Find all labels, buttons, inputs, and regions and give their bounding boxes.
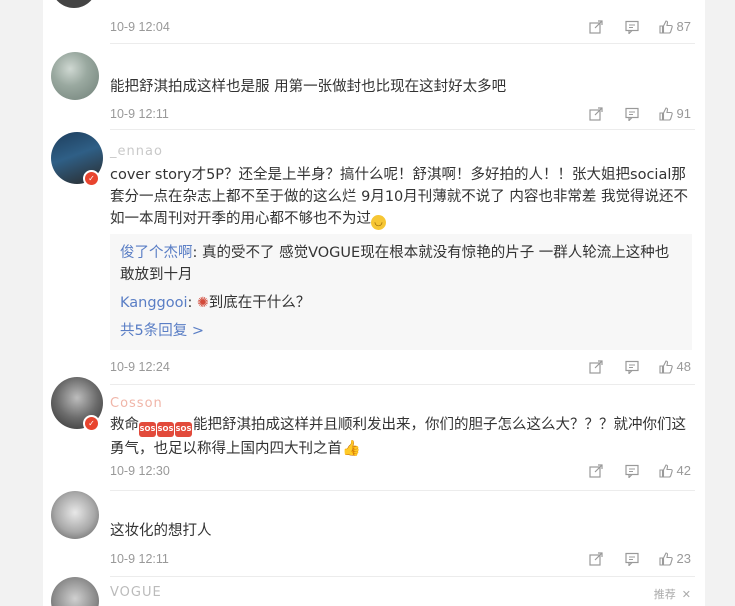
- like-button[interactable]: 91: [658, 106, 691, 121]
- sos-emoji-icon: SOS: [175, 422, 192, 437]
- divider: [110, 129, 695, 130]
- comment-time: 10-9 12:11: [110, 552, 169, 566]
- comment-icon[interactable]: [624, 107, 639, 121]
- thumbs-up-icon: [658, 359, 673, 374]
- comment-time: 10-9 12:30: [110, 464, 170, 478]
- divider: [110, 384, 695, 385]
- share-icon[interactable]: [588, 551, 603, 566]
- comment-list: 10-9 12:04 87 能把舒淇拍成这样也是服 用第一张做封也比现在这封好太…: [43, 0, 705, 606]
- avatar[interactable]: [51, 491, 99, 539]
- reply-username[interactable]: 俊了个杰啊: [120, 245, 193, 261]
- share-icon[interactable]: [588, 19, 603, 34]
- comment-time: 10-9 12:11: [110, 107, 169, 121]
- like-count: 23: [676, 551, 691, 566]
- like-count: 48: [676, 359, 691, 374]
- like-count: 42: [676, 463, 691, 478]
- share-icon[interactable]: [588, 463, 603, 478]
- like-count: 91: [676, 106, 691, 121]
- comment-username[interactable]: Cosson: [110, 396, 163, 411]
- thumbs-up-icon: [658, 463, 673, 478]
- sos-emoji-icon: SOS: [139, 422, 156, 437]
- comment-text: 救命SOS SOS SOS能把舒淇拍成这样并且顺利发出来，你们的胆子怎么这么大？？？…: [110, 414, 695, 460]
- verified-badge: ✓: [83, 415, 100, 432]
- thumbs-up-emoji-icon: 👍: [342, 439, 361, 457]
- recommend-label: 推荐: [653, 588, 676, 601]
- reply-username[interactable]: Kanggooi: [120, 295, 188, 311]
- avatar[interactable]: [51, 52, 99, 100]
- reply-box: 俊了个杰啊: 真的受不了 感觉VOGUE现在根本就没有惊艳的片子 一群人轮流上这…: [110, 234, 692, 350]
- reply-item: 俊了个杰啊: 真的受不了 感觉VOGUE现在根本就没有惊艳的片子 一群人轮流上这…: [120, 242, 682, 286]
- comment-icon[interactable]: [624, 360, 639, 374]
- comment-icon[interactable]: [624, 464, 639, 478]
- comment-text-body: 能把舒淇拍成这样并且顺利发出来，你们的胆子怎么这么大？？？就冲你们这勇气，也足以…: [110, 417, 686, 457]
- thumbs-up-icon: [658, 551, 673, 566]
- share-icon[interactable]: [588, 359, 603, 374]
- divider: [110, 490, 695, 491]
- comment-actions: 48: [567, 359, 691, 374]
- like-button[interactable]: 87: [658, 19, 691, 34]
- avatar[interactable]: [51, 577, 99, 606]
- thumbs-up-icon: [658, 106, 673, 121]
- comment-username[interactable]: VOGUE: [110, 585, 162, 600]
- text-prefix: 救命: [110, 417, 139, 433]
- like-button[interactable]: 23: [658, 551, 691, 566]
- thumbs-up-icon: [658, 19, 673, 34]
- octopus-emoji-icon: ✺: [197, 295, 209, 311]
- verified-badge: ✓: [83, 170, 100, 187]
- comment-username[interactable]: _ennao: [110, 144, 163, 159]
- divider: [110, 576, 695, 577]
- like-button[interactable]: 48: [658, 359, 691, 374]
- comment-text: 这妆化的想打人: [110, 523, 212, 539]
- share-icon[interactable]: [588, 106, 603, 121]
- avatar[interactable]: [51, 0, 97, 8]
- recommend-bar: 推荐 ✕: [654, 586, 691, 602]
- divider: [110, 43, 695, 44]
- sos-emoji-icon: SOS: [157, 422, 174, 437]
- comment-actions: 23: [567, 551, 691, 566]
- reply-item: Kanggooi: ✺到底在干什么？: [120, 292, 682, 314]
- comment-text: 能把舒淇拍成这样也是服 用第一张做封也比现在这封好太多吧: [110, 79, 507, 95]
- comment-icon[interactable]: [624, 552, 639, 566]
- comment-actions: 91: [567, 106, 691, 121]
- comment-icon[interactable]: [624, 20, 639, 34]
- like-count: 87: [676, 19, 691, 34]
- comment-text-body: cover story才5P？还全是上半身？搞什么呢！舒淇啊！多好拍的人！！张大…: [110, 167, 688, 227]
- comment-text: cover story才5P？还全是上半身？搞什么呢！舒淇啊！多好拍的人！！张大…: [110, 164, 695, 230]
- smile-emoji-icon: ◡: [371, 215, 386, 230]
- comment-actions: 42: [567, 463, 691, 478]
- comment-time: 10-9 12:24: [110, 360, 170, 374]
- reply-text: : 真的受不了 感觉VOGUE现在根本就没有惊艳的片子 一群人轮流上这种也敢放到…: [120, 245, 670, 283]
- reply-text: 到底在干什么？: [208, 295, 311, 311]
- more-replies-link[interactable]: 共5条回复 >: [120, 320, 682, 342]
- comment-time: 10-9 12:04: [110, 20, 170, 34]
- like-button[interactable]: 42: [658, 463, 691, 478]
- comment-actions: 87: [567, 19, 691, 34]
- close-icon[interactable]: ✕: [682, 588, 691, 601]
